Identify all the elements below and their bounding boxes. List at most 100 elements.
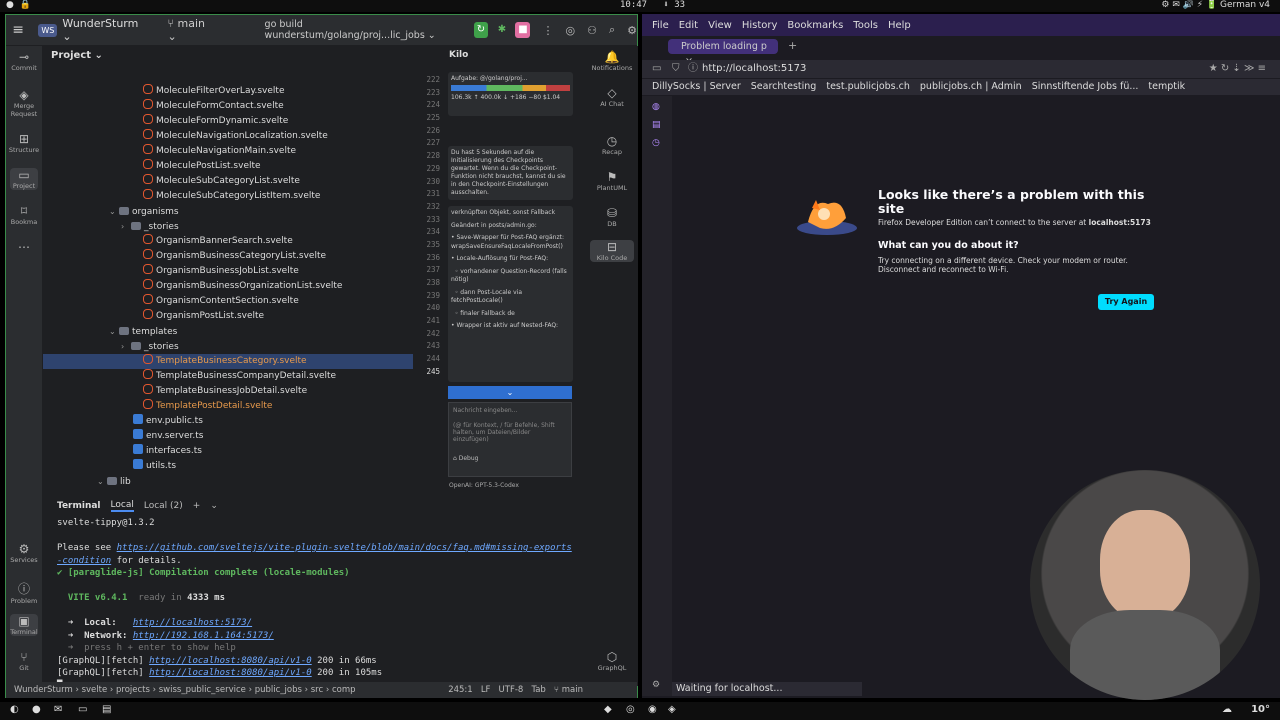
breadcrumb-item[interactable]: projects	[116, 685, 150, 695]
line-ending[interactable]: LF	[481, 685, 491, 695]
tree-file[interactable]: MoleculeFormDynamic.svelte	[43, 114, 413, 129]
apple-lock-icon[interactable]: ● 🔒	[6, 0, 31, 10]
tree-file[interactable]: TemplateBusinessCompanyDetail.svelte	[43, 369, 413, 384]
settings-icon[interactable]: ⚙	[627, 24, 637, 37]
expand-chevron-icon[interactable]: ›	[121, 219, 131, 234]
file-encoding[interactable]: UTF-8	[499, 685, 524, 695]
tree-file[interactable]: OrganismContentSection.svelte	[43, 294, 413, 309]
bookmark-item[interactable]: Searchtesting	[751, 81, 817, 92]
merge-request-tool[interactable]: ◈ Merge Request	[6, 88, 42, 118]
tree-file[interactable]: MoleculePostList.svelte	[43, 159, 413, 174]
main-menu-icon[interactable]: ≡	[6, 22, 30, 38]
ai-assistant-icon[interactable]: ◎	[565, 24, 575, 37]
kilo-model-name[interactable]: OpenAI: GPT-5.3-Codex	[449, 482, 519, 489]
sidebar-history-icon[interactable]: ◷	[652, 138, 660, 148]
run-icon[interactable]: ↻	[473, 22, 489, 38]
problems-tool[interactable]: ⓘ Problem	[6, 580, 42, 605]
menu-help[interactable]: Help	[888, 20, 911, 31]
bookmark-item[interactable]: temptik	[1148, 81, 1185, 92]
mail-icon[interactable]: ✉	[54, 704, 62, 715]
services-tool[interactable]: ⚙ Services	[6, 542, 42, 564]
tree-file[interactable]: OrganismBusinessCategoryList.svelte	[43, 249, 413, 264]
status-branch[interactable]: main	[562, 685, 583, 695]
keyboard-layout[interactable]: German v4	[1220, 0, 1270, 10]
sidebar-ai-icon[interactable]: ◍	[652, 102, 660, 112]
tree-file[interactable]: OrganismPostList.svelte	[43, 309, 413, 324]
breadcrumb-item[interactable]: public_jobs	[255, 685, 302, 695]
tree-file[interactable]: MoleculeNavigationLocalization.svelte	[43, 129, 413, 144]
kilo-chat-input[interactable]: Nachricht eingeben... (@ für Kontext, / …	[448, 402, 572, 477]
expand-chevron-icon[interactable]: ⌄	[109, 324, 119, 339]
project-switcher[interactable]: WunderSturm ⌄	[62, 17, 145, 43]
try-again-button[interactable]: Try Again	[1098, 294, 1154, 310]
branch-switcher[interactable]: ⑂ main ⌄	[167, 17, 214, 43]
graphql-tool[interactable]: ⬡ GraphQL	[586, 650, 638, 672]
url-bar[interactable]: ▭ ⛉ ⓘ http://localhost:5173 ★ ↻ ⇣ ≫ ≡	[642, 60, 1280, 78]
project-panel-title[interactable]: Project ⌄	[51, 50, 103, 61]
tree-file[interactable]: env.public.ts	[43, 414, 413, 429]
sidebar-tabs-icon[interactable]: ▤	[652, 120, 661, 130]
app3-icon[interactable]: ◉	[648, 704, 657, 715]
tree-file[interactable]: TemplateBusinessCategory.svelte	[43, 354, 413, 369]
bookmark-item[interactable]: test.publicjobs.ch	[826, 81, 910, 92]
menu-file[interactable]: File	[652, 20, 669, 31]
menu-bookmarks[interactable]: Bookmarks	[787, 20, 843, 31]
shield-icon[interactable]: ⛉	[672, 60, 680, 78]
search-icon[interactable]: ⌕	[609, 23, 615, 37]
tree-file[interactable]: TemplatePostDetail.svelte	[43, 399, 413, 414]
files-icon[interactable]: ▤	[102, 704, 111, 715]
terminal-output[interactable]: svelte-tippy@1.3.2 Please see https://gi…	[43, 517, 583, 692]
terminal-tab-local[interactable]: Local	[110, 500, 134, 512]
new-tab-icon[interactable]: +	[788, 39, 797, 52]
tree-file[interactable]: env.server.ts	[43, 429, 413, 444]
browser-tab[interactable]: Problem loading p ×	[668, 39, 778, 67]
more-tools-icon[interactable]: ⋯	[6, 240, 42, 254]
terminal-dropdown-icon[interactable]: ⌄	[210, 501, 218, 511]
add-user-icon[interactable]: ⚇	[587, 24, 597, 37]
expand-chevron-icon[interactable]: ⌄	[109, 204, 119, 219]
menu-view[interactable]: View	[708, 20, 732, 31]
terminal-tab-local-2[interactable]: Local (2)	[144, 501, 183, 511]
tree-folder[interactable]: ⌄ lib	[43, 474, 413, 489]
kilo-scroll-down-button[interactable]: ⌄	[448, 386, 572, 399]
stop-icon[interactable]: ■	[515, 22, 531, 38]
commit-tool[interactable]: ⊸ Commit	[6, 50, 42, 72]
tree-file[interactable]: MoleculeSubCategoryListItem.svelte	[43, 189, 413, 204]
sidebar-toggle-icon[interactable]: ▭	[652, 60, 661, 78]
kilo-debug-mode[interactable]: ⌂ Debug	[453, 455, 567, 462]
system-tray[interactable]: ⚙ ✉ 🔊 ⚡ 🔋 German v4	[1161, 0, 1270, 10]
bookmark-item[interactable]: publicjobs.ch | Admin	[920, 81, 1022, 92]
bookmark-item[interactable]: DillySocks | Server	[652, 81, 741, 92]
breadcrumb-item[interactable]: svelte	[82, 685, 108, 695]
toolbar-icons[interactable]: ★ ↻ ⇣ ≫ ≡	[1209, 60, 1266, 78]
network-url-link[interactable]: http://192.168.1.164:5173/	[133, 631, 274, 641]
breadcrumb-item[interactable]: src	[311, 685, 323, 695]
plantuml-tool[interactable]: ⚑ PlantUML	[586, 170, 638, 192]
db-tool[interactable]: ⛁ DB	[586, 206, 638, 228]
app4-icon[interactable]: ◈	[668, 704, 676, 715]
app1-icon[interactable]: ◆	[604, 704, 612, 715]
tree-file[interactable]: utils.ts	[43, 459, 413, 474]
debug-icon[interactable]: ✱	[494, 22, 509, 38]
breadcrumb[interactable]: WunderSturm › svelte › projects › swiss_…	[14, 685, 356, 695]
tree-file[interactable]: MoleculeNavigationMain.svelte	[43, 144, 413, 159]
bookmark-item[interactable]: Sinnstiftende Jobs fü...	[1032, 81, 1139, 92]
terminal-tool[interactable]: ▣ Terminal	[10, 614, 38, 636]
local-url-link[interactable]: http://localhost:5173/	[133, 618, 252, 628]
connection-icon[interactable]: ⓘ	[688, 60, 698, 78]
breadcrumb-item[interactable]: swiss_public_service	[159, 685, 246, 695]
tree-file[interactable]: OrganismBusinessOrganizationList.svelte	[43, 279, 413, 294]
expand-chevron-icon[interactable]: ›	[121, 339, 131, 354]
start-icon[interactable]: ◐	[10, 704, 19, 715]
sidebar-settings-icon[interactable]: ⚙	[652, 680, 660, 690]
tree-folder[interactable]: › _stories	[43, 339, 413, 354]
kilo-task-card[interactable]: Aufgabe: @/golang/proj... 106.3k ↑ 400.0…	[448, 72, 573, 116]
system-clock[interactable]: 10:47 ⬇ 33	[620, 0, 685, 10]
breadcrumb-item[interactable]: comp	[332, 685, 356, 695]
menu-edit[interactable]: Edit	[679, 20, 698, 31]
ai-chat-tool[interactable]: ◇ AI Chat	[586, 86, 638, 108]
menu-tools[interactable]: Tools	[853, 20, 878, 31]
run-config-selector[interactable]: go build wunderstum/golang/proj...lic_jo…	[265, 19, 464, 41]
bookmarks-tool[interactable]: ⌑ Bookma	[6, 204, 42, 226]
tree-file[interactable]: MoleculeSubCategoryList.svelte	[43, 174, 413, 189]
